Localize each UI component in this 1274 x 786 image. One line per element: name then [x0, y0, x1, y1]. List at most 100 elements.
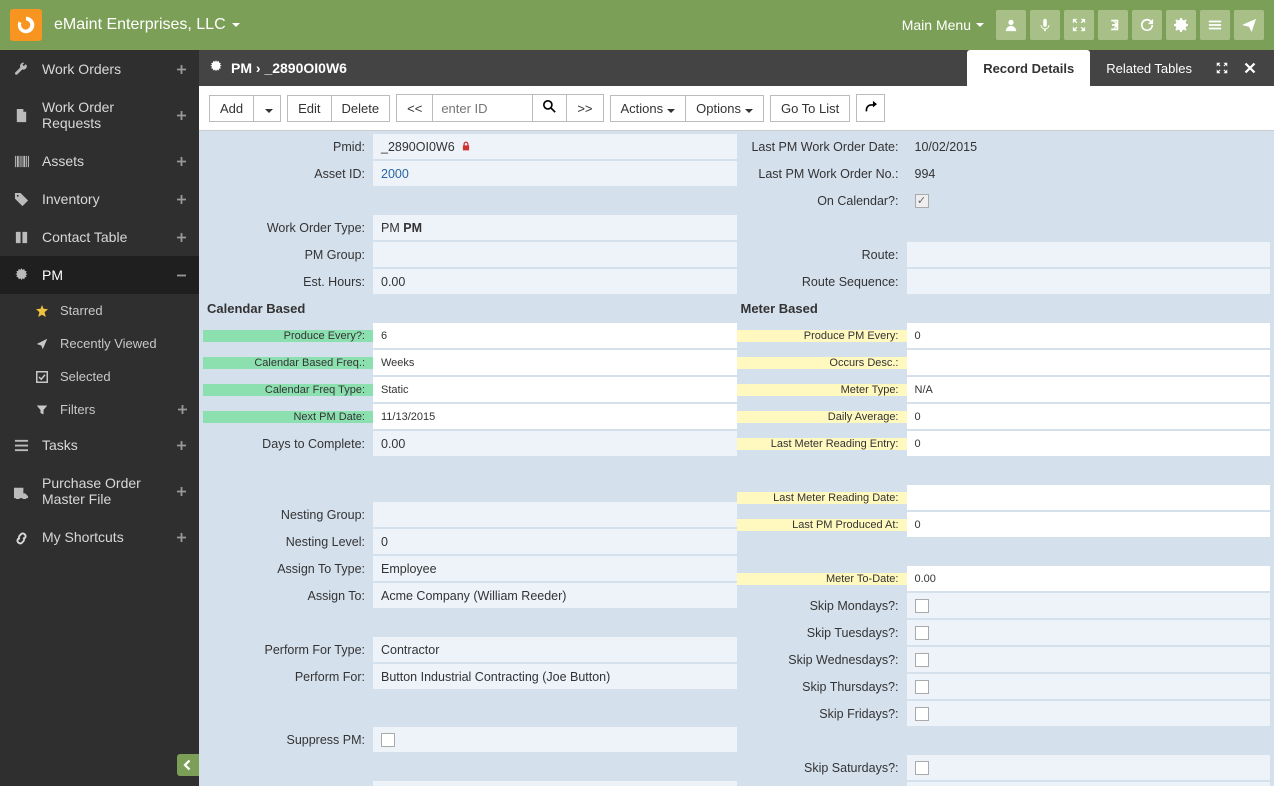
gears-icon	[209, 60, 223, 77]
add-dropdown[interactable]	[253, 95, 281, 122]
label-est-hours: Est. Hours:	[203, 275, 373, 289]
pm-sub-selected[interactable]: Selected	[0, 360, 199, 393]
pm-sub-filters[interactable]: Filters	[0, 393, 199, 426]
label-produce-pm-every: Produce PM Every:	[737, 330, 907, 342]
value-skip-sat	[907, 755, 1271, 780]
value-route	[907, 242, 1271, 267]
plus-icon	[175, 155, 187, 167]
expand-icon[interactable]	[1064, 10, 1094, 40]
label-meter-type: Meter Type:	[737, 384, 907, 396]
gears-icon	[12, 268, 30, 283]
wrench-icon	[12, 62, 30, 77]
options-dropdown[interactable]: Options	[685, 95, 764, 122]
value-on-calendar	[907, 188, 1271, 213]
label-route: Route:	[737, 248, 907, 262]
value-cal-freq: Weeks	[373, 350, 737, 375]
value-meter-type: N/A	[907, 377, 1271, 402]
mic-icon[interactable]	[1030, 10, 1060, 40]
on-calendar-checkbox[interactable]	[915, 194, 929, 208]
gotolist-button[interactable]: Go To List	[770, 95, 850, 122]
value-assign-to: Acme Company (William Reeder)	[373, 583, 737, 608]
sidebar-item-wo-requests[interactable]: Work Order Requests	[0, 88, 199, 142]
tab-related-tables[interactable]: Related Tables	[1090, 50, 1208, 86]
app-logo	[10, 9, 42, 41]
sidebar-item-po[interactable]: Purchase Order Master File	[0, 464, 199, 518]
plus-icon	[175, 109, 187, 121]
label-last-meter-entry: Last Meter Reading Entry:	[737, 438, 907, 450]
location-icon	[34, 338, 50, 350]
chevron-down-icon	[976, 23, 984, 27]
settings-icon[interactable]	[1166, 10, 1196, 40]
label-last-meter-date: Last Meter Reading Date:	[737, 492, 907, 504]
section-calendar-based: Calendar Based	[203, 295, 737, 322]
skip-tue-checkbox[interactable]	[915, 626, 929, 640]
value-last-meter-date	[907, 485, 1271, 510]
skip-sat-checkbox[interactable]	[915, 761, 929, 775]
share-button[interactable]	[856, 94, 885, 122]
value-skip-fri	[907, 701, 1271, 726]
skip-wed-checkbox[interactable]	[915, 653, 929, 667]
value-produce-pm-every: 0	[907, 323, 1271, 348]
value-skip-wed	[907, 647, 1271, 672]
value-perform-type: Contractor	[373, 637, 737, 662]
sidebar-item-inventory[interactable]: Inventory	[0, 180, 199, 218]
link-icon	[12, 530, 30, 545]
next-button[interactable]: >>	[566, 94, 603, 122]
actions-dropdown[interactable]: Actions	[610, 95, 687, 122]
menu-icon[interactable]	[1200, 10, 1230, 40]
org-dropdown[interactable]: eMaint Enterprises, LLC	[54, 16, 240, 34]
expand-icon[interactable]	[1208, 50, 1236, 86]
sidebar-item-contact[interactable]: Contact Table	[0, 218, 199, 256]
prev-button[interactable]: <<	[396, 94, 433, 122]
skip-mon-checkbox[interactable]	[915, 599, 929, 613]
close-icon[interactable]	[1236, 50, 1264, 86]
value-asset-id[interactable]: 2000	[373, 161, 737, 186]
skip-fri-checkbox[interactable]	[915, 707, 929, 721]
suppress-checkbox[interactable]	[381, 733, 395, 747]
tab-record-details[interactable]: Record Details	[967, 50, 1090, 86]
label-skip-thu: Skip Thursdays?:	[737, 680, 907, 694]
add-button[interactable]: Add	[209, 95, 254, 122]
label-suppress: Suppress PM:	[203, 733, 373, 747]
value-next-pm: 11/13/2015	[373, 404, 737, 429]
label-route-seq: Route Sequence:	[737, 275, 907, 289]
page-header: PM › _2890OI0W6 Record Details Related T…	[199, 50, 1274, 86]
signout-icon[interactable]	[1098, 10, 1128, 40]
value-last-pm-at: 0	[907, 512, 1271, 537]
label-last-pm-at: Last PM Produced At:	[737, 519, 907, 531]
skip-thu-checkbox[interactable]	[915, 680, 929, 694]
top-bar: eMaint Enterprises, LLC Main Menu	[0, 0, 1274, 50]
content: Pmid:_2890OI0W6 Asset ID:2000 Work Order…	[199, 131, 1274, 786]
refresh-icon[interactable]	[1132, 10, 1162, 40]
value-est-hours: 0.00	[373, 269, 737, 294]
sidebar-item-pm[interactable]: PM	[0, 256, 199, 294]
sidebar-item-tasks[interactable]: Tasks	[0, 426, 199, 464]
collapse-sidebar-button[interactable]	[177, 754, 199, 776]
id-input[interactable]	[433, 94, 533, 122]
edit-button[interactable]: Edit	[287, 95, 331, 122]
label-skip-wed: Skip Wednesdays?:	[737, 653, 907, 667]
delete-button[interactable]: Delete	[331, 95, 391, 122]
pm-sub-recent[interactable]: Recently Viewed	[0, 327, 199, 360]
value-produce-every: 6	[373, 323, 737, 348]
tag-icon	[12, 192, 30, 207]
label-last-pm-no: Last PM Work Order No.:	[737, 167, 907, 181]
label-skip-fri: Skip Fridays?:	[737, 707, 907, 721]
main-menu-dropdown[interactable]: Main Menu	[902, 17, 984, 33]
sidebar-item-shortcuts[interactable]: My Shortcuts	[0, 518, 199, 556]
user-icon[interactable]	[996, 10, 1026, 40]
label-daily-avg: Daily Average:	[737, 411, 907, 423]
sidebar-item-work-orders[interactable]: Work Orders	[0, 50, 199, 88]
value-pm-group	[373, 242, 737, 267]
value-skip-mon	[907, 593, 1271, 618]
value-skip-thu	[907, 674, 1271, 699]
search-button[interactable]	[533, 94, 567, 122]
label-on-calendar: On Calendar?:	[737, 194, 907, 208]
doc-icon	[12, 108, 30, 123]
sidebar-item-assets[interactable]: Assets	[0, 142, 199, 180]
value-last-meter-entry: 0	[907, 431, 1271, 456]
send-icon[interactable]	[1234, 10, 1264, 40]
label-days-complete: Days to Complete:	[203, 437, 373, 451]
pm-sub-starred[interactable]: Starred	[0, 294, 199, 327]
label-assign-to: Assign To:	[203, 589, 373, 603]
